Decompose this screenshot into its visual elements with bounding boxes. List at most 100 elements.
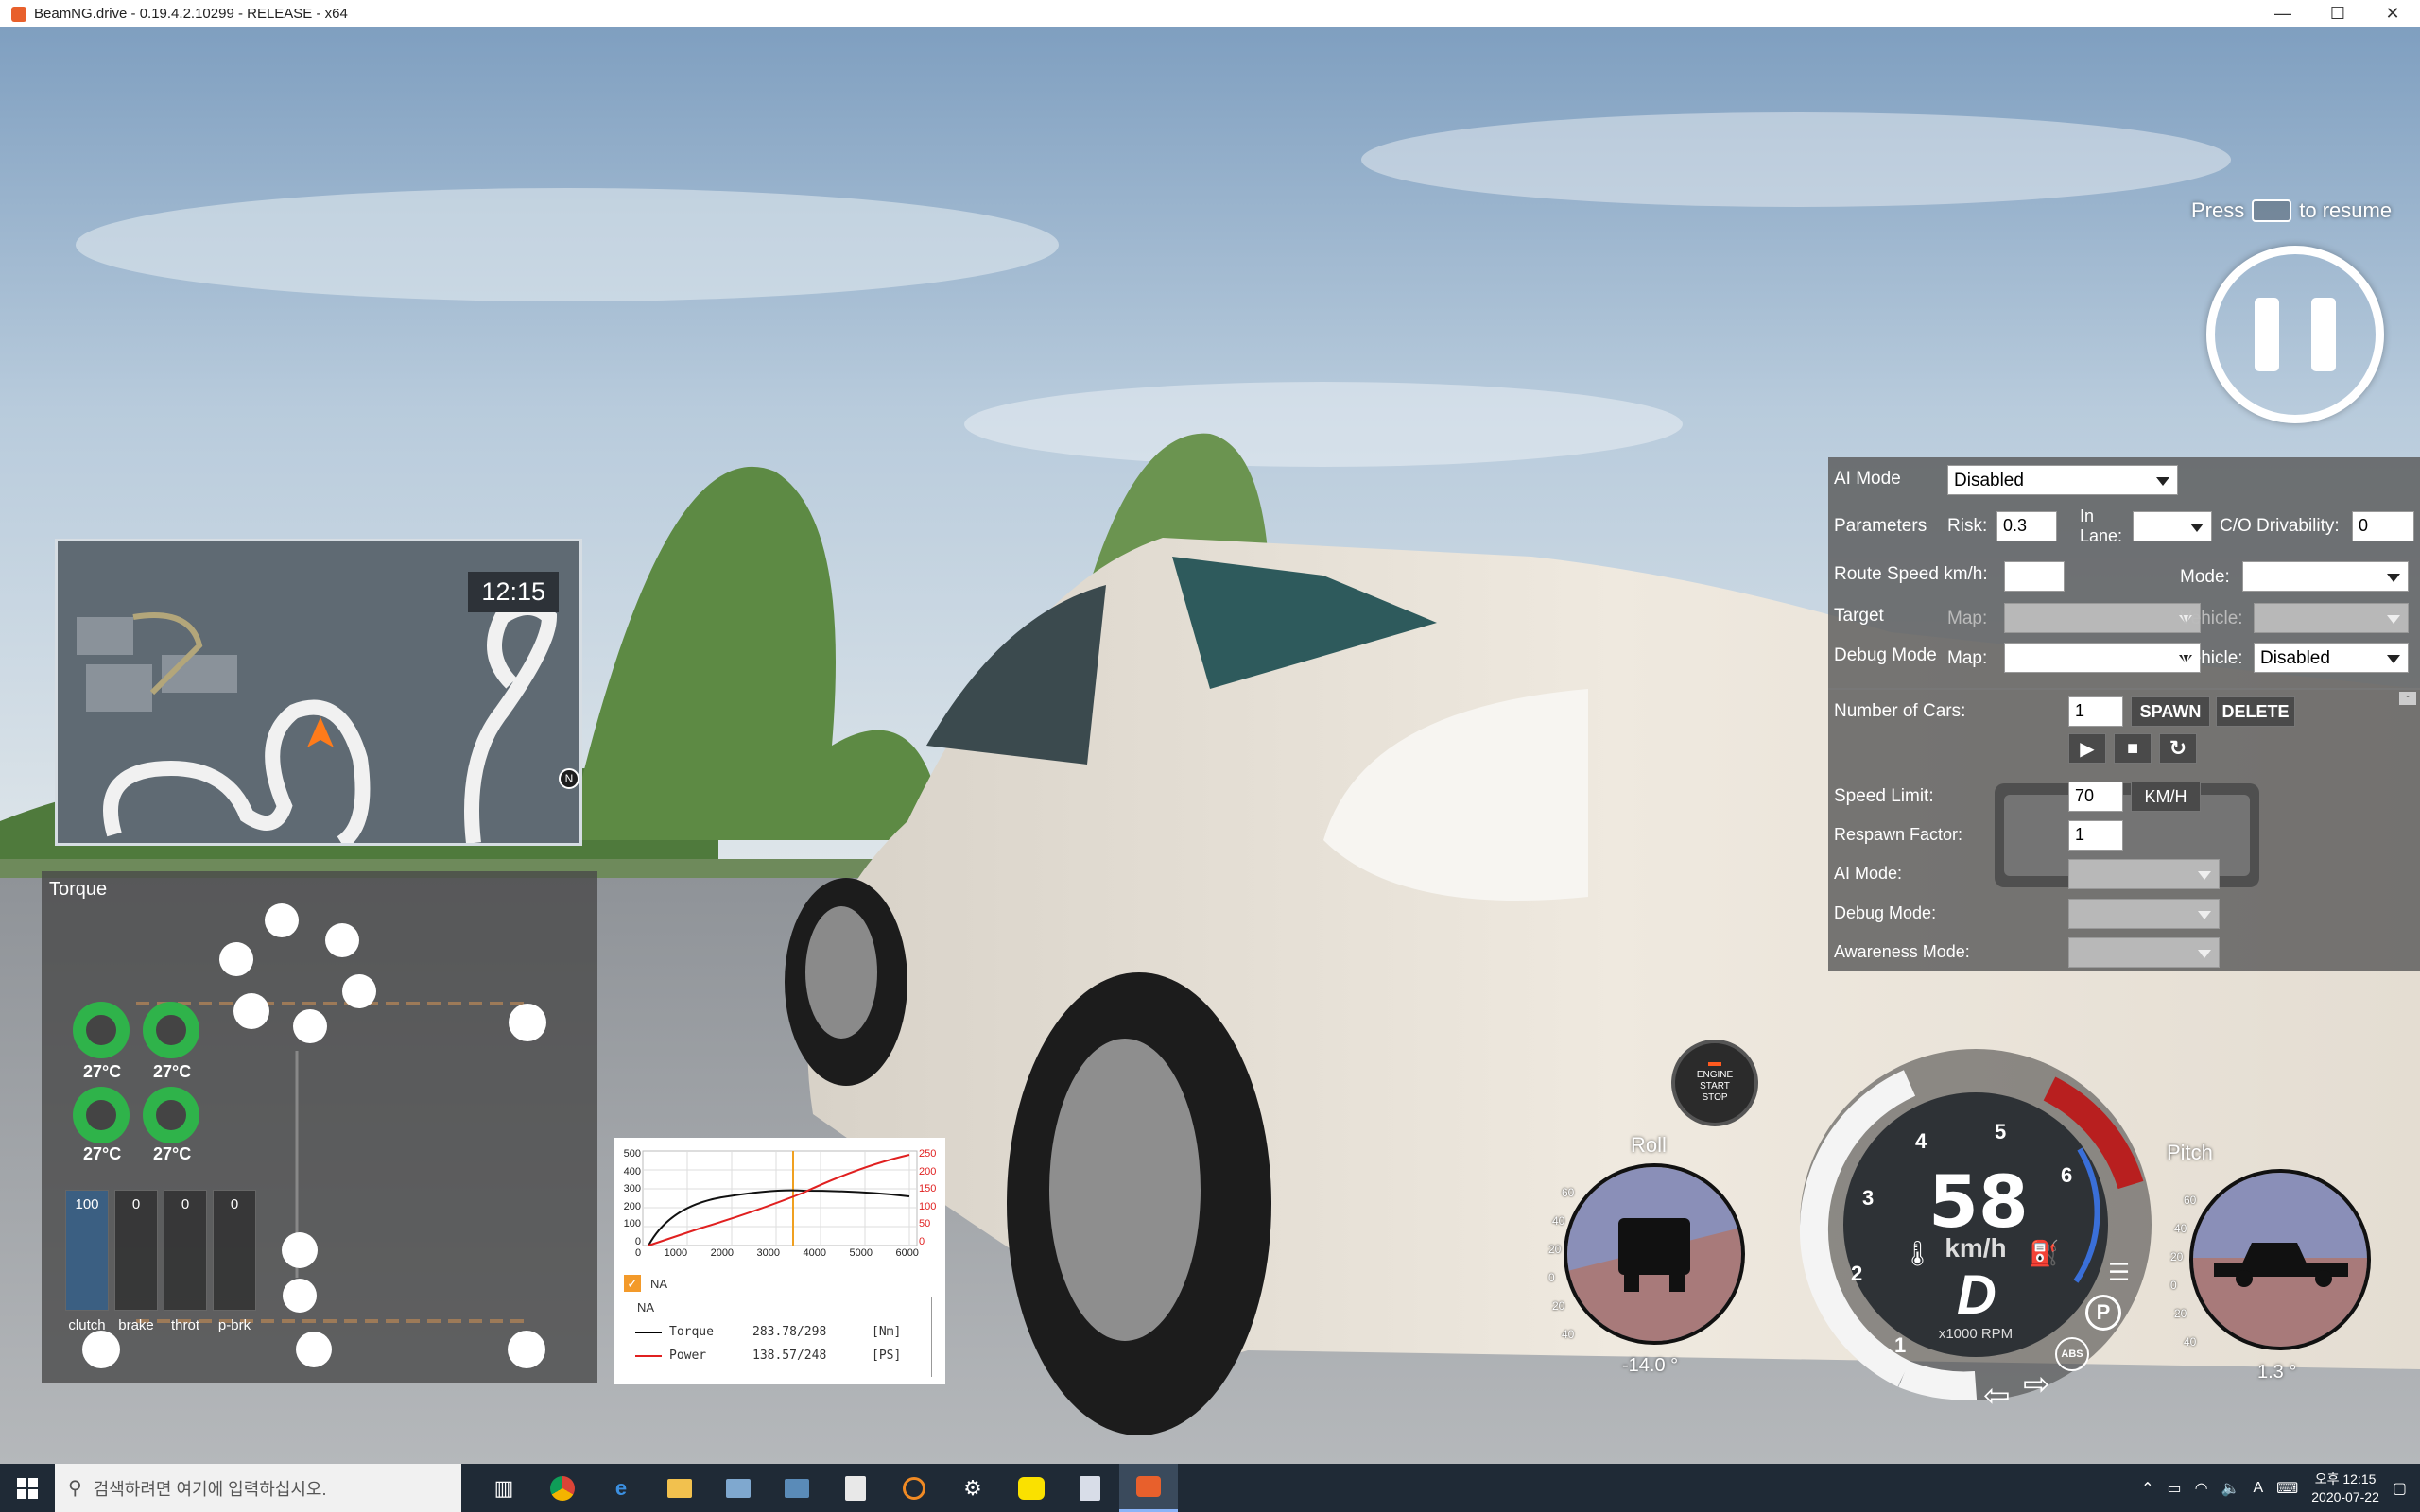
target-map-label: Map: (1947, 609, 1988, 628)
mode-label: Mode: (2180, 567, 2230, 587)
taskbar-search-box[interactable]: ⚲ 검색하려면 여기에 입력하십시오. (55, 1464, 461, 1512)
settings-taskbar-button[interactable]: ⚙ (943, 1464, 1002, 1512)
close-button[interactable]: ✕ (2365, 4, 2420, 24)
spawn-button[interactable]: SPAWN (2131, 696, 2210, 727)
start-button[interactable] (0, 1464, 55, 1512)
tick-label: 40 (2174, 1222, 2187, 1235)
taskbar-apps: ▥ e ⚙ (475, 1464, 1178, 1512)
maximize-button[interactable]: ☐ (2310, 4, 2365, 24)
mode-select[interactable] (2242, 561, 2409, 592)
torque-panel: Torque 27°C 27°C 27°C 27°C 100 clutch 0 … (42, 871, 597, 1383)
in-lane-select[interactable] (2133, 511, 2212, 541)
target-vehicle-select[interactable] (2254, 603, 2409, 633)
brake-pedal-bar: 0 brake (114, 1190, 158, 1333)
window-title: BeamNG.drive - 0.19.4.2.10299 - RELEASE … (34, 6, 348, 22)
edge-icon: e (614, 1475, 628, 1500)
tick-label: 0 (1548, 1271, 1555, 1284)
notepad-taskbar-button[interactable] (826, 1464, 885, 1512)
delete-button[interactable]: DELETE (2216, 696, 2295, 727)
risk-label: Risk: (1947, 516, 1988, 536)
co-drivability-label: C/O Drivability: (2220, 516, 2340, 536)
engine-label-line3: STOP (1702, 1092, 1728, 1103)
tick-label: 400 (623, 1165, 641, 1177)
taskbar-clock[interactable]: 오후 12:15 2020-07-22 (2311, 1470, 2379, 1506)
search-placeholder: 검색하려면 여기에 입력하십시오. (93, 1479, 327, 1499)
tick-label: 20 (2170, 1250, 2184, 1263)
volume-icon[interactable]: 🔈 (2221, 1479, 2240, 1498)
parking-brake-icon: P (2085, 1295, 2121, 1331)
engine-led-icon (1708, 1062, 1721, 1066)
legend-unit: [Nm] (872, 1325, 902, 1339)
photos-taskbar-button[interactable] (709, 1464, 768, 1512)
tick-label: 4000 (803, 1247, 826, 1259)
ai-mode-select[interactable]: Disabled (1947, 465, 2178, 495)
tick-label: 40 (2184, 1335, 2197, 1349)
network-app-button[interactable] (768, 1464, 826, 1512)
document-app-button[interactable] (1061, 1464, 1119, 1512)
respawn-factor-input[interactable]: 1 (2068, 820, 2123, 850)
speed-unit-button[interactable]: KM/H (2131, 782, 2201, 812)
file-explorer-button[interactable] (650, 1464, 709, 1512)
minimize-button[interactable]: — (2256, 4, 2310, 24)
in-lane-label: In Lane: (2080, 507, 2123, 545)
tick-label: 500 (623, 1148, 641, 1160)
resume-hint: Press to resume (2191, 198, 2392, 223)
kakaotalk-icon (1018, 1476, 1045, 1500)
engine-start-stop-button[interactable]: ENGINE START STOP (1671, 1040, 1758, 1126)
debug-map-select[interactable] (2004, 643, 2201, 673)
tick-label: 250 (919, 1148, 937, 1160)
target-vehicle-label: Vehicle: (2180, 609, 2243, 628)
game-viewport[interactable]: Press to resume 12:15 N Torque 27°C 27°C… (0, 27, 2420, 1464)
clutch-node-icon (219, 942, 253, 976)
route-speed-label: Route Speed km/h: (1834, 564, 1988, 584)
kakaotalk-taskbar-button[interactable] (1002, 1464, 1061, 1512)
wheel-icon (508, 1331, 545, 1368)
wifi-icon[interactable]: ◠ (2195, 1479, 2208, 1498)
stop-button[interactable]: ■ (2114, 733, 2152, 764)
rpm-tick: 4 (1915, 1129, 1927, 1153)
awareness-mode-select[interactable] (2068, 937, 2220, 968)
engine-label-line2: START (1700, 1081, 1730, 1091)
tick-label: 20 (1552, 1299, 1565, 1313)
window-controls: — ☐ ✕ (2256, 4, 2420, 24)
tick-label: 200 (623, 1200, 641, 1212)
pause-resume-button[interactable] (2206, 246, 2384, 423)
notification-icon[interactable]: ▢ (2393, 1479, 2407, 1498)
differential-icon (293, 1009, 327, 1043)
number-of-cars-input[interactable]: 1 (2068, 696, 2123, 727)
pedal-value: 0 (230, 1196, 239, 1212)
legend-swatch (635, 1355, 662, 1357)
obs-taskbar-button[interactable] (885, 1464, 943, 1512)
debug-vehicle-select[interactable]: Disabled (2254, 643, 2409, 673)
chevron-up-icon[interactable]: ⌃ (2141, 1479, 2153, 1498)
task-view-icon: ▥ (493, 1475, 514, 1500)
clock-time: 오후 12:15 (2314, 1470, 2377, 1486)
beamng-taskbar-button[interactable] (1119, 1464, 1178, 1512)
debug-mode2-select[interactable] (2068, 899, 2220, 929)
pedal-label: p-brk (217, 1317, 251, 1333)
chrome-taskbar-button[interactable] (533, 1464, 592, 1512)
target-map-select[interactable] (2004, 603, 2201, 633)
pedal-label: clutch (68, 1317, 106, 1333)
north-indicator: N (559, 768, 579, 789)
rpm-tick: 3 (1862, 1186, 1875, 1210)
keyboard-icon[interactable]: ⌨ (2276, 1479, 2298, 1498)
edge-taskbar-button[interactable]: e (592, 1464, 650, 1512)
ai-mode2-select[interactable] (2068, 859, 2220, 889)
na-checkbox[interactable]: ✓ (624, 1275, 641, 1292)
speed-limit-input[interactable]: 70 (2068, 782, 2123, 812)
battery-icon[interactable]: ▭ (2167, 1479, 2181, 1498)
play-button[interactable]: ▶ (2068, 733, 2106, 764)
risk-input[interactable]: 0.3 (1996, 511, 2057, 541)
task-view-button[interactable]: ▥ (475, 1464, 533, 1512)
route-speed-input[interactable] (2004, 561, 2065, 592)
ime-indicator[interactable]: A (2253, 1480, 2263, 1497)
gear-indicator: D (1957, 1264, 1996, 1326)
collapse-toggle[interactable]: - (2399, 692, 2416, 705)
reset-button[interactable]: ↻ (2159, 733, 2197, 764)
co-drivability-input[interactable]: 0 (2352, 511, 2414, 541)
rpm-tick: 6 (2061, 1163, 2073, 1187)
legend-header: NA (637, 1300, 655, 1314)
rpm-tick: 5 (1995, 1120, 2007, 1143)
headlight-icon: ☰ (2108, 1258, 2131, 1286)
